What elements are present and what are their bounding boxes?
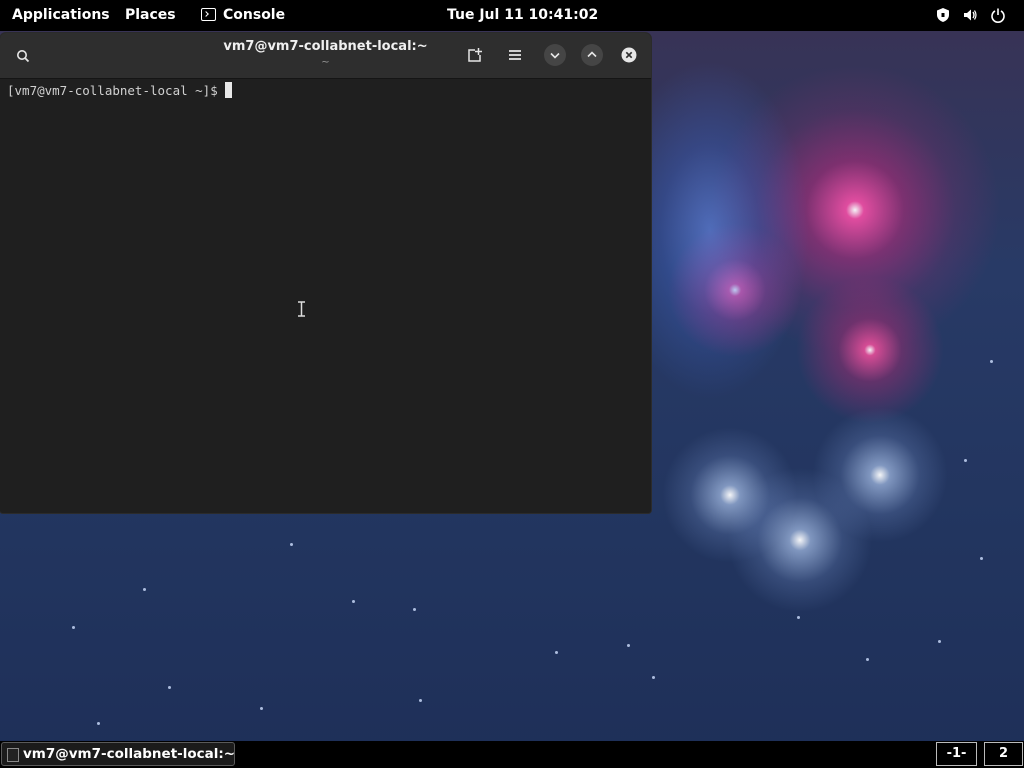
star [72,626,75,629]
star [555,651,558,654]
star [627,644,630,647]
power-icon[interactable] [990,7,1006,23]
star [980,557,983,560]
maximize-button[interactable] [581,44,603,66]
star [419,699,422,702]
star [97,722,100,725]
star [260,707,263,710]
volume-icon[interactable] [962,7,978,23]
console-app-menu[interactable]: Console [223,7,285,23]
terminal-window-icon [7,748,19,762]
minimize-button[interactable] [544,44,566,66]
top-panel: Applications Places Console Tue Jul 11 1… [0,0,1024,31]
terminal-icon [201,8,216,21]
star [413,608,416,611]
shell-prompt-line: [vm7@vm7-collabnet-local ~]$ [7,82,233,98]
maximize-icon [587,51,597,58]
star [797,616,800,619]
workspace-2-button[interactable]: 2 [984,742,1023,766]
clock[interactable]: Tue Jul 11 10:41:02 [447,7,598,23]
terminal-headerbar[interactable]: vm7@vm7-collabnet-local:~ ~ [0,33,651,79]
firework-white-3 [810,405,950,545]
ibeam-cursor-icon [298,301,305,317]
star [143,588,146,591]
star [290,543,293,546]
terminal-window[interactable]: vm7@vm7-collabnet-local:~ ~ [vm7@vm7-col… [0,33,651,513]
hamburger-menu-icon[interactable] [503,43,527,67]
star [938,640,941,643]
star [990,360,993,363]
bottom-panel: vm7@vm7-collabnet-local:~ -1- 2 [0,741,1024,768]
minimize-icon [550,52,560,59]
shell-prompt: [vm7@vm7-collabnet-local ~]$ [7,83,226,98]
close-icon [621,47,637,63]
star [866,658,869,661]
shield-icon[interactable] [935,7,951,23]
terminal-output-area[interactable]: [vm7@vm7-collabnet-local ~]$ [0,79,651,513]
star [168,686,171,689]
star [964,459,967,462]
close-button[interactable] [618,44,640,66]
applications-menu[interactable]: Applications [12,7,110,23]
star [652,676,655,679]
taskbar-window-button[interactable]: vm7@vm7-collabnet-local:~ [1,742,235,766]
text-cursor [225,82,233,98]
places-menu[interactable]: Places [125,7,176,23]
star [352,600,355,603]
taskbar-window-label: vm7@vm7-collabnet-local:~ [23,746,236,762]
workspace-1-button[interactable]: -1- [936,742,977,766]
new-tab-icon[interactable] [463,43,487,67]
